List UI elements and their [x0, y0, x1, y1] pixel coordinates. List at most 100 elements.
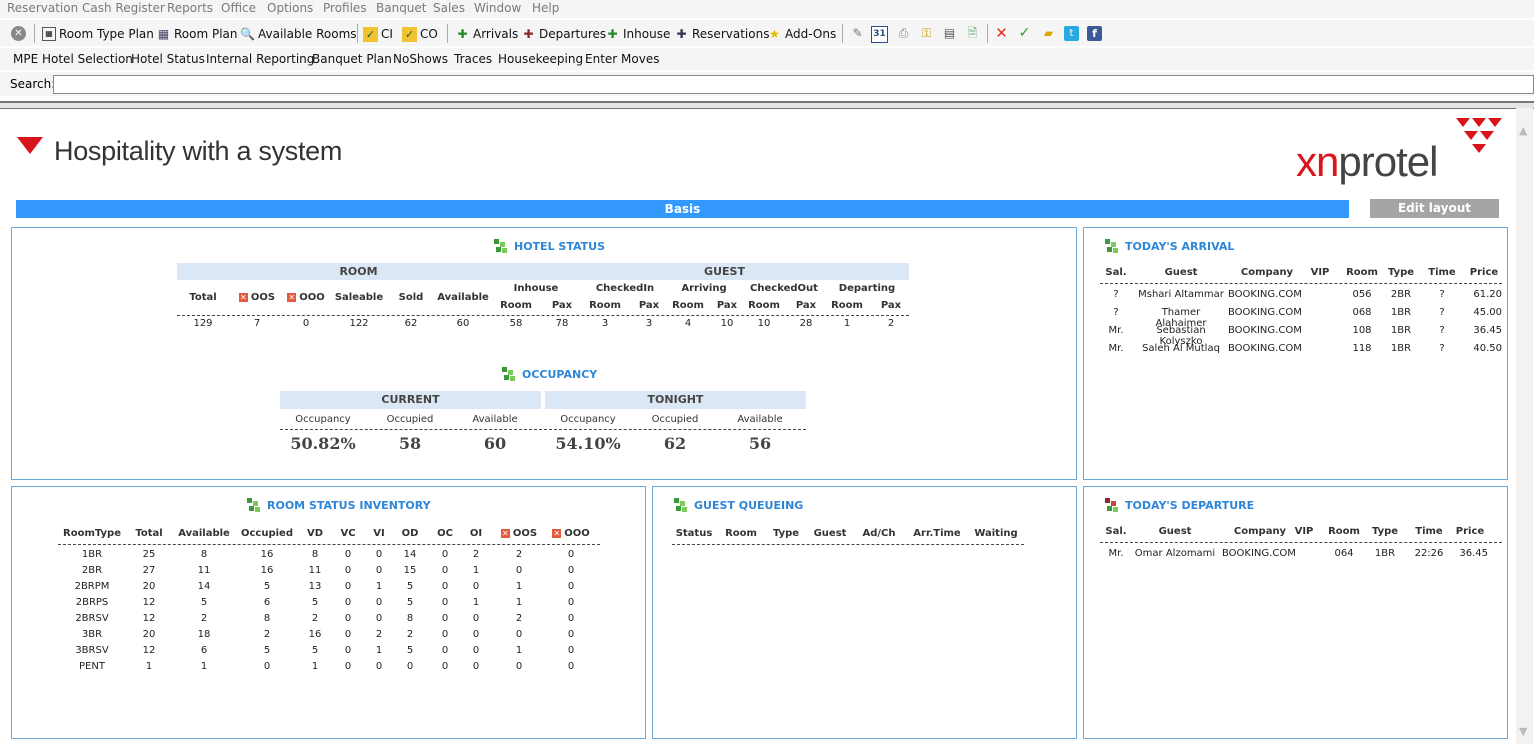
guest-group-header: CheckedIn [595, 283, 655, 294]
hotel-status-value: 129 [193, 318, 213, 329]
menu-help[interactable]: Help [532, 1, 559, 15]
inhouse-button[interactable]: ✚ Inhouse [605, 25, 670, 43]
link-traces[interactable]: Traces [454, 52, 492, 66]
table-cell: 2BR [1390, 289, 1412, 300]
scroll-up-icon[interactable]: ▲ [1519, 124, 1527, 137]
table-cell: 45.00 [1473, 307, 1502, 318]
queue-title-text: GUEST QUEUEING [694, 498, 804, 512]
table-cell: 16 [260, 549, 274, 560]
departures-label: Departures [539, 27, 607, 41]
link-mpe-hotel-selection[interactable]: MPE Hotel Selection [13, 52, 133, 66]
table-cell: 108 [1352, 325, 1372, 336]
cash-icon[interactable]: ▤ [941, 25, 958, 42]
column-header: OC [437, 528, 453, 539]
column-header: Type [1371, 526, 1399, 537]
notes-icon[interactable]: ✎ [849, 25, 866, 42]
table-cell: 056 [1352, 289, 1372, 300]
key-icon[interactable]: ⚿ [918, 25, 935, 42]
menu-options[interactable]: Options [267, 1, 313, 15]
menu-cash-register[interactable]: Cash Register [82, 1, 165, 15]
table-cell: Mr. [1108, 548, 1124, 559]
column-header: Type [772, 528, 800, 539]
departure-title: TODAY'S DEPARTURE [1105, 498, 1254, 512]
calendar-icon[interactable]: 31 [871, 26, 888, 43]
menu-reservation[interactable]: Reservation [7, 1, 78, 15]
table-cell: 11 [197, 565, 211, 576]
table-cell: 0 [441, 581, 449, 592]
table-cell: 12 [142, 597, 156, 608]
print-icon[interactable]: ⎙ [895, 25, 912, 42]
column-header: Guest [813, 528, 847, 539]
link-hotel-status[interactable]: Hotel Status [131, 52, 205, 66]
guest-sub-header: Pax [716, 300, 738, 311]
add-ons-label: Add-Ons [785, 27, 837, 41]
room-column-header: Saleable [334, 292, 384, 303]
search-input[interactable] [53, 75, 1534, 94]
occupancy-column-header: Occupancy [295, 414, 351, 425]
room-plan-button[interactable]: ▦ Room Plan [156, 25, 238, 43]
link-housekeeping[interactable]: Housekeeping [498, 52, 583, 66]
current-occupancy-value: 50.82% [290, 434, 356, 453]
table-cell: 1 [200, 661, 208, 672]
cancel-icon[interactable]: ✕ [993, 25, 1010, 42]
guest-sub-header: Room [831, 300, 863, 311]
vertical-scrollbar[interactable]: ▲ ▼ [1516, 108, 1533, 744]
arrivals-button[interactable]: ✚ Arrivals [455, 25, 518, 43]
confirm-icon[interactable]: ✓ [1016, 25, 1033, 42]
table-cell: 1BR [1390, 307, 1412, 318]
hotel-status-value: 78 [555, 318, 569, 329]
link-enter-moves[interactable]: Enter Moves [585, 52, 659, 66]
folder-icon[interactable]: ▰ [1040, 25, 1057, 42]
column-header: Total [135, 528, 163, 539]
edit-layout-button[interactable]: Edit layout [1370, 199, 1499, 218]
twitter-icon[interactable]: t [1064, 26, 1079, 41]
table-cell: 2BRPM [74, 581, 110, 592]
hotel-status-value: 7 [253, 318, 261, 329]
toolbar-separator [447, 24, 448, 43]
column-header: Company [1233, 526, 1287, 537]
scroll-down-icon[interactable]: ▼ [1519, 725, 1527, 738]
reservations-label: Reservations [692, 27, 770, 41]
link-internal-reporting[interactable]: Internal Reporting [206, 52, 314, 66]
menu-sales[interactable]: Sales [433, 1, 465, 15]
table-cell: 40.50 [1473, 343, 1502, 354]
table-cell: BOOKING.COM [1228, 289, 1302, 300]
column-header: Ad/Ch [862, 528, 896, 539]
grid-status-icon [674, 498, 688, 512]
menu-office[interactable]: Office [221, 1, 256, 15]
grid-status-icon [494, 239, 508, 253]
column-header: Time [1428, 267, 1456, 278]
departures-button[interactable]: ✚ Departures [521, 25, 606, 43]
room-type-plan-button[interactable]: ▦ Room Type Plan [42, 25, 154, 43]
hotel-status-value: 60 [456, 318, 470, 329]
column-header: Status [675, 528, 713, 539]
table-cell: 2 [515, 549, 523, 560]
menu-reports[interactable]: Reports [167, 1, 213, 15]
link-noshows[interactable]: NoShows [393, 52, 448, 66]
link-banquet-plan[interactable]: Banquet Plan [312, 52, 392, 66]
table-cell: 0 [567, 565, 575, 576]
room-column-header: ✕ OOS [236, 292, 278, 303]
table-cell: 0 [263, 661, 271, 672]
facebook-icon[interactable]: f [1087, 26, 1102, 41]
column-header: VC [340, 528, 356, 539]
occupancy-title-text: OCCUPANCY [522, 367, 598, 381]
menu-banquet[interactable]: Banquet [376, 1, 427, 15]
menu-window[interactable]: Window [474, 1, 521, 15]
column-header: VD [306, 528, 324, 539]
tonight-occupancy-value: 62 [663, 434, 687, 453]
document-icon[interactable]: 🗎 [964, 25, 981, 42]
close-icon[interactable]: ✕ [11, 26, 26, 41]
column-header: OD [401, 528, 419, 539]
menu-profiles[interactable]: Profiles [323, 1, 367, 15]
grid-icon: ▦ [42, 27, 56, 41]
basis-tab[interactable]: Basis [16, 200, 1349, 218]
guest-sub-header: Room [500, 300, 532, 311]
available-rooms-button[interactable]: 🔍 Available Rooms [240, 25, 357, 43]
checkout-button[interactable]: ✓ CO [402, 25, 438, 43]
checkin-button[interactable]: ✓ CI [363, 25, 393, 43]
column-label: OOS [250, 292, 276, 303]
reservations-button[interactable]: ✚ Reservations [674, 25, 769, 43]
table-cell: 0 [441, 661, 449, 672]
add-ons-button[interactable]: ★ Add-Ons [767, 25, 836, 43]
